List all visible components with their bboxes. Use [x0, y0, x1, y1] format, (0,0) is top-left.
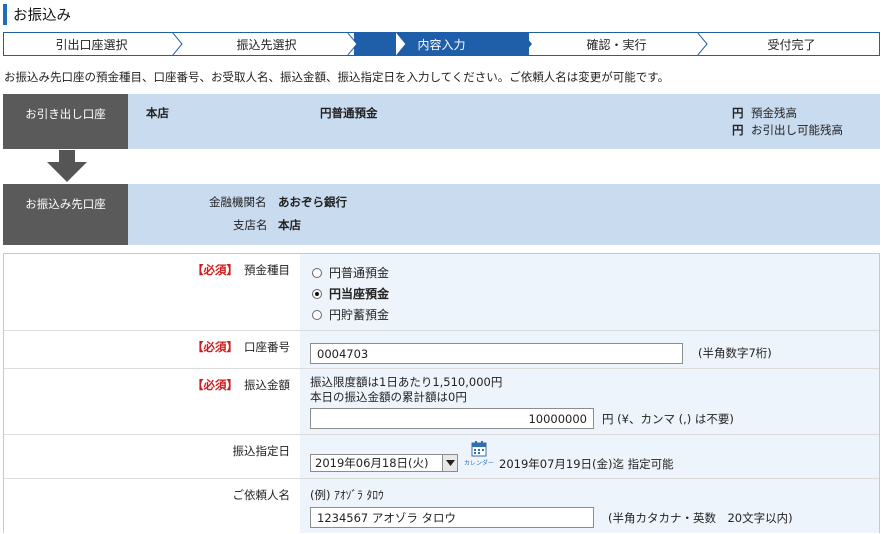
- page-title: お振込み: [3, 3, 71, 25]
- available-unit: 円: [732, 123, 744, 137]
- chevron-right-icon: [522, 32, 532, 56]
- requester-name-row: ご依頼人名 (例) ｱｵｿﾞﾗ ﾀﾛｳ 1234567 アオゾラ タロウ (半角…: [4, 478, 879, 533]
- transfer-date-label: 振込指定日: [232, 444, 291, 458]
- source-account-label: お引き出し口座: [3, 94, 128, 149]
- amount-label: 振込金額: [244, 378, 290, 392]
- balance-label: 預金残高: [751, 106, 797, 120]
- title-accent-bar: [3, 3, 7, 25]
- step-5: 受付完了: [704, 33, 879, 55]
- step-label: 内容入力: [417, 37, 466, 52]
- transfer-date-row: 振込指定日 2019年06月18日(火) カレンダー 2019年07月19日(金…: [4, 434, 879, 478]
- branch-name-value: 本店: [278, 218, 301, 232]
- radio-button[interactable]: [312, 267, 322, 278]
- account-number-row: 【必須】 口座番号 0004703 (半角数字7桁): [4, 330, 879, 368]
- radio-savings[interactable]: 円貯蓄預金: [312, 304, 389, 325]
- account-number-input[interactable]: 0004703: [310, 343, 683, 364]
- required-tag: 【必須】: [192, 378, 238, 392]
- requester-name-hint: (半角カタカナ・英数 20文字以内): [608, 511, 793, 525]
- step-label: 振込先選択: [236, 37, 297, 52]
- step-4: 確認・実行: [529, 32, 708, 56]
- branch-name-label: 支店名: [233, 218, 268, 232]
- calendar-label: カレンダー: [464, 460, 495, 467]
- amount-row: 【必須】 振込金額 振込限度額は1日あたり1,510,000円 本日の振込金額の累…: [4, 368, 879, 434]
- step-label: 引出口座選択: [55, 37, 128, 52]
- chevron-right-icon: [347, 32, 358, 56]
- requester-example: (例) ｱｵｿﾞﾗ ﾀﾛｳ: [310, 488, 384, 502]
- available-label: お引出し可能残高: [751, 123, 843, 137]
- account-number-hint: (半角数字7桁): [698, 346, 772, 360]
- amount-hint: 円 (¥、カンマ (,) は不要): [602, 412, 734, 426]
- bank-name-value: あおぞら銀行: [278, 195, 347, 209]
- requester-name-label: ご依頼人名: [232, 488, 291, 502]
- amount-limit-text: 振込限度額は1日あたり1,510,000円: [310, 375, 503, 389]
- step-1: 引出口座選択: [4, 32, 183, 56]
- chevron-right-icon: [697, 32, 708, 56]
- date-range-hint: 2019年07月19日(金)迄 指定可能: [499, 457, 674, 471]
- instructions: お振込み先口座の預金種目、口座番号、お受取人名、振込金額、振込指定日を入力してく…: [4, 70, 670, 84]
- deposit-type-row: 【必須】 預金種目 円普通預金 円当座預金 円貯蓄預金: [4, 254, 879, 330]
- radio-ordinary[interactable]: 円普通預金: [312, 262, 389, 283]
- page-title-text: お振込み: [13, 7, 71, 24]
- requester-name-input[interactable]: 1234567 アオゾラ タロウ: [310, 507, 594, 528]
- dest-account-label: お振込み先口座: [3, 184, 128, 245]
- source-account-type: 円普通預金: [320, 106, 378, 120]
- step-label: 受付完了: [767, 37, 816, 52]
- source-branch: 本店: [146, 106, 169, 120]
- deposit-type-label: 預金種目: [244, 263, 290, 277]
- amount-today-total: 本日の振込金額の累計額は0円: [310, 390, 467, 404]
- deposit-type-radio-group: 円普通預金 円当座預金 円貯蓄預金: [312, 262, 389, 325]
- required-tag: 【必須】: [192, 263, 238, 277]
- transfer-form: 【必須】 預金種目 円普通預金 円当座預金 円貯蓄預金 【必須】 口座番号 0004…: [3, 253, 880, 533]
- active-step-left-notch: [396, 32, 407, 56]
- balance-unit: 円: [732, 106, 744, 120]
- chevron-down-icon[interactable]: [442, 455, 457, 471]
- step-indicator: 引出口座選択 振込先選択 内容入力 確認・実行 受付完了: [3, 32, 880, 56]
- step-3-active: 内容入力: [354, 32, 532, 56]
- source-account-panel: お引き出し口座 本店 円普通預金 円 預金残高 円 お引出し可能残高: [3, 94, 880, 149]
- bank-name-label: 金融機関名: [209, 195, 267, 209]
- radio-button-selected[interactable]: [312, 288, 322, 299]
- step-2: 振込先選択: [179, 32, 358, 56]
- required-tag: 【必須】: [192, 340, 238, 354]
- transfer-date-select[interactable]: 2019年06月18日(火): [310, 454, 458, 472]
- calendar-icon: [471, 441, 487, 457]
- calendar-button[interactable]: カレンダー: [464, 441, 494, 471]
- chevron-right-icon: [172, 32, 183, 56]
- radio-current[interactable]: 円当座預金: [312, 283, 389, 304]
- step-label: 確認・実行: [586, 37, 647, 52]
- dest-account-panel: お振込み先口座 金融機関名 あおぞら銀行 支店名 本店: [3, 184, 880, 245]
- radio-button[interactable]: [312, 309, 322, 320]
- amount-input[interactable]: 10000000: [310, 408, 594, 429]
- account-number-label: 口座番号: [244, 340, 290, 354]
- arrow-down-icon: [47, 150, 87, 182]
